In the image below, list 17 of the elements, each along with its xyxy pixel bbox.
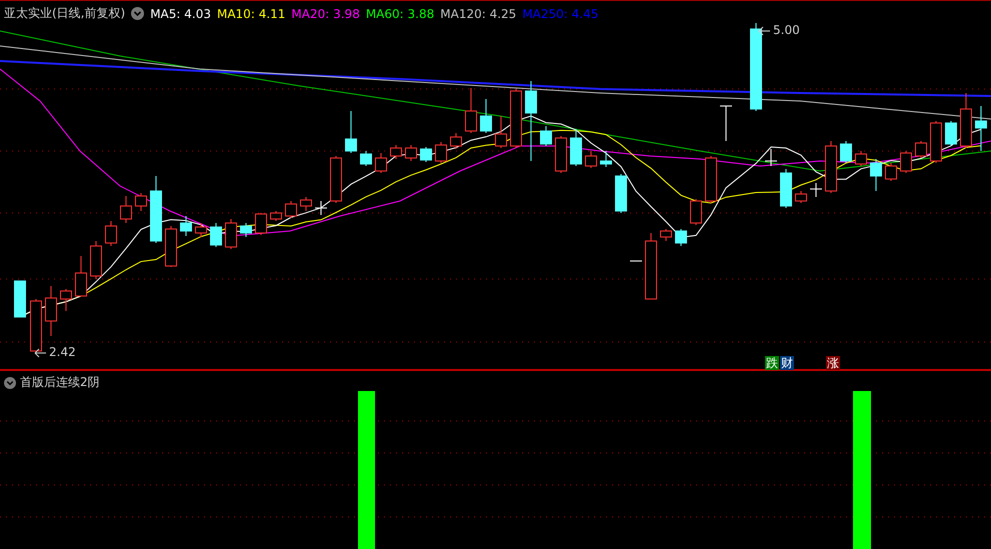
signal-tag: 财 bbox=[780, 356, 794, 370]
moving-average-legend: MA5: 4.03 bbox=[150, 6, 211, 20]
pointer-arrow-icon bbox=[758, 26, 770, 36]
signal-tag: 涨 bbox=[826, 356, 840, 370]
moving-average-legend: MA120: 4.25 bbox=[440, 6, 516, 20]
indicator-title: 首版后连续2阴 bbox=[20, 374, 100, 391]
low-price-label: 2.42 bbox=[49, 345, 76, 359]
pointer-arrow-icon bbox=[34, 348, 46, 358]
stock-title: 亚太实业(日线,前复权) bbox=[4, 5, 126, 22]
moving-average-legend: MA10: 4.11 bbox=[216, 6, 286, 20]
signal-tag: 跌 bbox=[765, 356, 779, 370]
moving-average-legend: MA20: 3.98 bbox=[291, 6, 360, 20]
chevron-down-icon[interactable] bbox=[4, 376, 16, 388]
moving-average-legend: MA250: 4.45 bbox=[522, 6, 598, 20]
chevron-down-icon[interactable] bbox=[131, 7, 144, 20]
moving-average-legend: MA60: 3.88 bbox=[366, 6, 434, 20]
high-price-label: 5.00 bbox=[773, 23, 800, 37]
